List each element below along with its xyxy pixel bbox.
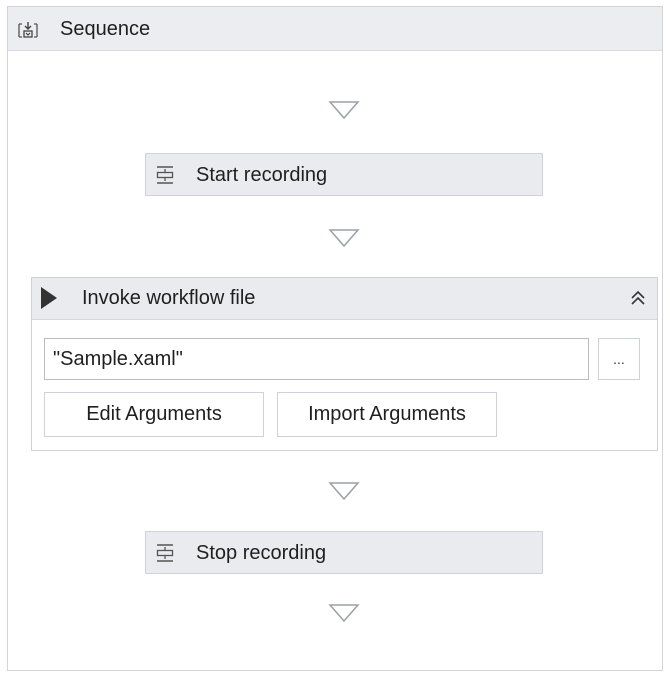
invoke-workflow-header[interactable]: Invoke workflow file — [32, 278, 657, 320]
double-chevron-up-icon[interactable] — [627, 287, 649, 309]
invoke-workflow-activity[interactable]: Invoke workflow file ... Edit Arguments … — [31, 277, 658, 451]
sequence-header[interactable]: Sequence — [8, 7, 662, 51]
sequence-container[interactable]: Sequence Start recording Invoke workflow… — [7, 6, 663, 671]
drop-target-arrow-icon[interactable] — [328, 481, 360, 501]
drop-target-arrow-icon[interactable] — [328, 228, 360, 248]
invoke-workflow-title: Invoke workflow file — [82, 287, 256, 309]
drop-target-arrow-icon[interactable] — [328, 100, 360, 120]
recording-icon — [156, 166, 174, 184]
sequence-icon — [18, 22, 38, 38]
drop-target-arrow-icon[interactable] — [328, 603, 360, 623]
workflow-file-path-input[interactable] — [44, 338, 589, 380]
start-recording-activity[interactable]: Start recording — [145, 153, 543, 196]
stop-recording-label: Stop recording — [196, 542, 327, 564]
browse-button[interactable]: ... — [598, 338, 640, 380]
recording-icon — [156, 544, 174, 562]
start-recording-label: Start recording — [196, 164, 328, 186]
import-arguments-button[interactable]: Import Arguments — [277, 392, 497, 437]
stop-recording-activity[interactable]: Stop recording — [145, 531, 543, 574]
play-icon — [41, 287, 57, 309]
sequence-title: Sequence — [60, 18, 151, 40]
edit-arguments-button[interactable]: Edit Arguments — [44, 392, 264, 437]
